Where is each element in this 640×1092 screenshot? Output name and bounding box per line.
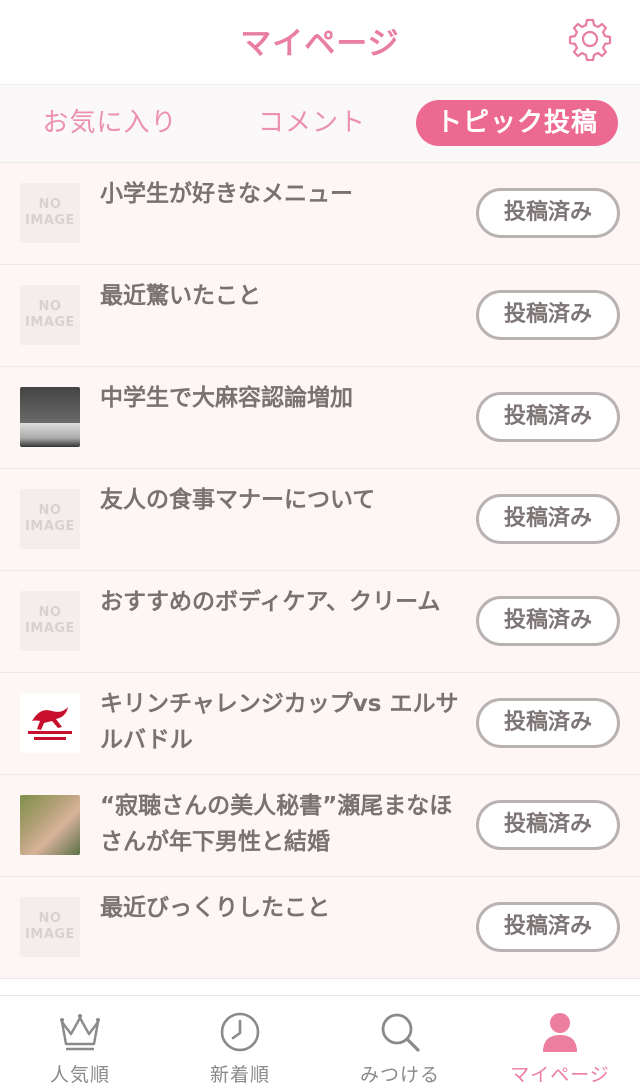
- header: マイページ: [0, 0, 640, 85]
- no-image-thumbnail: NO IMAGE: [20, 183, 80, 243]
- no-image-thumbnail: NO IMAGE: [20, 591, 80, 651]
- list-item[interactable]: “寂聴さんの美人秘書”瀬尾まなほさんが年下男性と結婚 投稿済み: [0, 775, 640, 877]
- topic-thumbnail-photo: [20, 387, 80, 447]
- posted-status-button[interactable]: 投稿済み: [476, 596, 620, 646]
- tab-topic-posts[interactable]: トピック投稿: [416, 100, 618, 146]
- nav-label: みつける: [359, 1064, 440, 1086]
- search-icon: [381, 1013, 420, 1052]
- topic-title: 中学生で大麻容認論増加: [100, 385, 353, 411]
- person-icon: [543, 1013, 577, 1052]
- nav-label: マイページ: [510, 1064, 610, 1086]
- topic-title: “寂聴さんの美人秘書”瀬尾まなほさんが年下男性と結婚: [100, 793, 453, 855]
- nav-popular[interactable]: 人気順: [0, 996, 160, 1092]
- kirin-logo-thumbnail: [20, 693, 80, 753]
- list-item[interactable]: NO IMAGE 友人の食事マナーについて 投稿済み: [0, 469, 640, 571]
- no-image-thumbnail: NO IMAGE: [20, 489, 80, 549]
- posted-status-button[interactable]: 投稿済み: [476, 392, 620, 442]
- list-item[interactable]: 中学生で大麻容認論増加 投稿済み: [0, 367, 640, 469]
- tab-favorites[interactable]: お気に入り: [20, 100, 200, 146]
- topic-title: キリンチャレンジカップvs エルサルバドル: [100, 691, 459, 753]
- clock-icon: [220, 1012, 260, 1052]
- tab-comments[interactable]: コメント: [222, 100, 402, 146]
- nav-label: 人気順: [49, 1064, 110, 1086]
- topic-thumbnail-photo: [20, 795, 80, 855]
- list-item[interactable]: NO IMAGE 小学生が好きなメニュー 投稿済み: [0, 163, 640, 265]
- list-item[interactable]: キリンチャレンジカップvs エルサルバドル 投稿済み: [0, 673, 640, 775]
- no-image-thumbnail: NO IMAGE: [20, 897, 80, 957]
- topic-title: 最近びっくりしたこと: [100, 895, 330, 921]
- posted-status-button[interactable]: 投稿済み: [476, 698, 620, 748]
- topic-title: 友人の食事マナーについて: [100, 487, 376, 513]
- topic-title: おすすめのボディケア、クリーム: [100, 589, 441, 615]
- list-item[interactable]: NO IMAGE おすすめのボディケア、クリーム 投稿済み: [0, 571, 640, 673]
- list-item[interactable]: NO IMAGE 最近驚いたこと 投稿済み: [0, 265, 640, 367]
- topic-title: 小学生が好きなメニュー: [100, 181, 353, 207]
- posted-status-button[interactable]: 投稿済み: [476, 494, 620, 544]
- posted-status-button[interactable]: 投稿済み: [476, 800, 620, 850]
- nav-discover[interactable]: みつける: [320, 996, 480, 1092]
- posted-status-button[interactable]: 投稿済み: [476, 188, 620, 238]
- tab-bar: お気に入り コメント トピック投稿: [0, 85, 640, 163]
- topic-list: NO IMAGE 小学生が好きなメニュー 投稿済み NO IMAGE 最近驚いた…: [0, 163, 640, 979]
- nav-label: 新着順: [209, 1064, 270, 1086]
- page-title: マイページ: [240, 26, 400, 62]
- nav-newest[interactable]: 新着順: [160, 996, 320, 1092]
- list-item[interactable]: NO IMAGE 最近びっくりしたこと 投稿済み: [0, 877, 640, 979]
- topic-title: 最近驚いたこと: [100, 283, 261, 309]
- posted-status-button[interactable]: 投稿済み: [476, 902, 620, 952]
- crown-icon: [60, 1014, 100, 1051]
- posted-status-button[interactable]: 投稿済み: [476, 290, 620, 340]
- nav-mypage[interactable]: マイページ: [480, 996, 640, 1092]
- no-image-thumbnail: NO IMAGE: [20, 285, 80, 345]
- bottom-navigation: 人気順 新着順 みつける マイページ: [0, 995, 640, 1092]
- gear-icon[interactable]: [568, 17, 612, 62]
